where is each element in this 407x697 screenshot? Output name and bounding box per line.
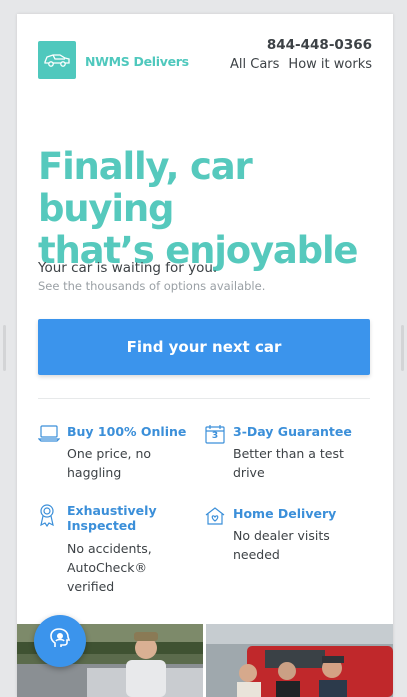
feature-description: No accidents, AutoCheck® verified xyxy=(67,541,152,594)
main-nav: All Cars How it works xyxy=(230,57,372,72)
hero-headline-line-1: Finally, car buying xyxy=(38,145,253,230)
nav-link-all-cars[interactable]: All Cars xyxy=(230,57,279,72)
chat-person-icon xyxy=(49,627,71,655)
page: NWMS Delivers 844-448-0366 All Cars How … xyxy=(17,14,393,697)
side-scroll-handle-right xyxy=(401,325,404,371)
hero-subtitle: Your car is waiting for you. xyxy=(38,260,218,276)
feature-title: Exhaustively Inspected xyxy=(67,503,157,533)
phone-number-link[interactable]: 844-448-0366 xyxy=(267,37,372,53)
chat-button[interactable] xyxy=(34,615,86,667)
feature-description: No dealer visits needed xyxy=(233,528,330,562)
home-heart-icon xyxy=(204,506,226,528)
feature-title: Buy 100% Online xyxy=(67,424,187,439)
ribbon-icon xyxy=(38,503,60,528)
feature-description: One price, no haggling xyxy=(67,446,152,480)
hero-subtitle-secondary: See the thousands of options available. xyxy=(38,279,266,293)
feature-title: 3-Day Guarantee xyxy=(233,424,352,439)
laptop-icon xyxy=(37,424,61,446)
logo-car-icon[interactable] xyxy=(38,41,76,79)
hero-headline: Finally, car buying that’s enjoyable xyxy=(38,146,378,272)
calendar-icon-day: 3 xyxy=(211,431,219,441)
brand-name[interactable]: NWMS Delivers xyxy=(85,54,189,69)
nav-link-how-it-works[interactable]: How it works xyxy=(288,57,372,72)
feature-description: Better than a test drive xyxy=(233,446,344,480)
find-next-car-button[interactable]: Find your next car xyxy=(38,319,370,375)
calendar-icon: 3 xyxy=(204,424,226,446)
side-scroll-handle-left xyxy=(3,325,6,371)
section-divider xyxy=(38,398,370,399)
feature-title: Home Delivery xyxy=(233,506,337,521)
